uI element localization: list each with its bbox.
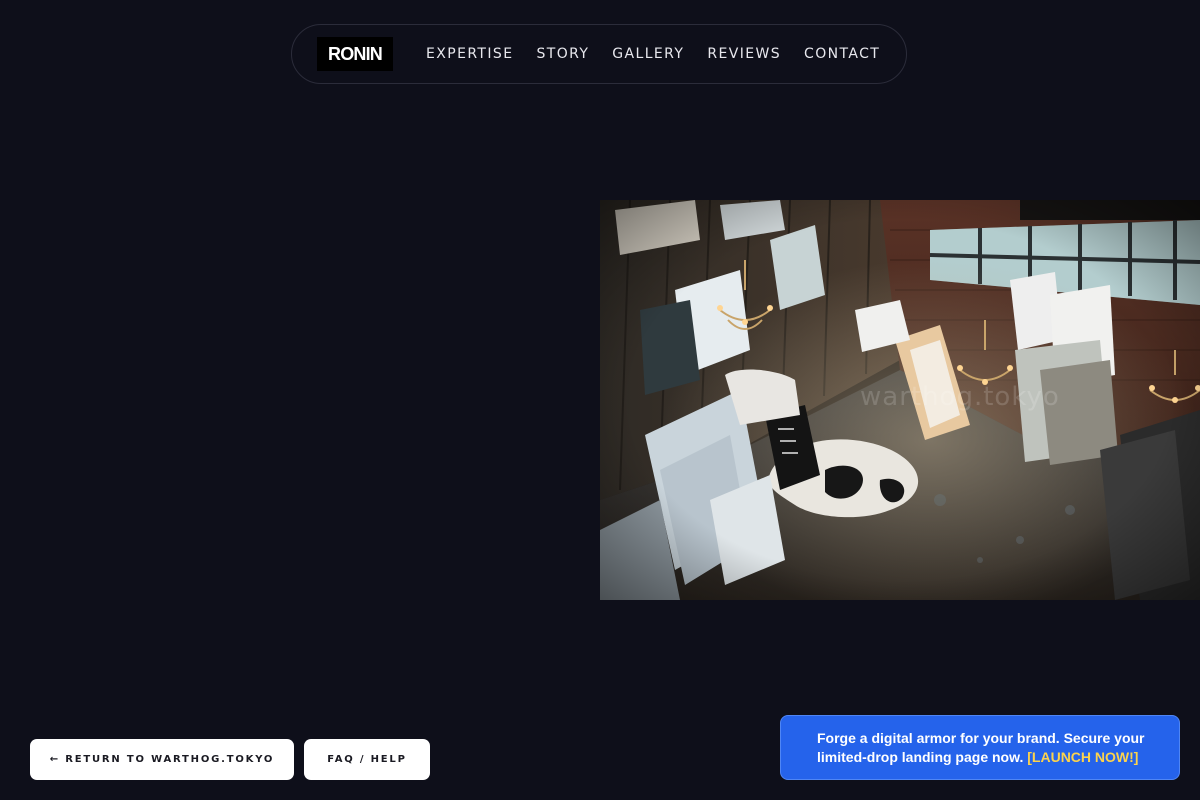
image-watermark: warthog.tokyo xyxy=(860,382,1060,412)
brand-logo[interactable]: RONIN xyxy=(317,37,393,71)
nav-links: EXPERTISE STORY GALLERY REVIEWS CONTACT xyxy=(426,46,880,62)
promo-banner[interactable]: Forge a digital armor for your brand. Se… xyxy=(780,715,1180,780)
nav-link-reviews[interactable]: REVIEWS xyxy=(707,46,781,62)
promo-launch-link[interactable]: [LAUNCH NOW!] xyxy=(1027,749,1138,765)
nav-link-expertise[interactable]: EXPERTISE xyxy=(426,46,513,62)
nav-link-contact[interactable]: CONTACT xyxy=(804,46,880,62)
top-navigation: RONIN EXPERTISE STORY GALLERY REVIEWS CO… xyxy=(291,24,907,84)
hero-studio-image: warthog.tokyo xyxy=(600,200,1200,600)
nav-link-story[interactable]: STORY xyxy=(536,46,589,62)
return-to-site-button[interactable]: ← RETURN TO WARTHOG.TOKYO xyxy=(30,739,294,780)
nav-link-gallery[interactable]: GALLERY xyxy=(612,46,684,62)
faq-help-button[interactable]: FAQ / HELP xyxy=(304,739,430,780)
